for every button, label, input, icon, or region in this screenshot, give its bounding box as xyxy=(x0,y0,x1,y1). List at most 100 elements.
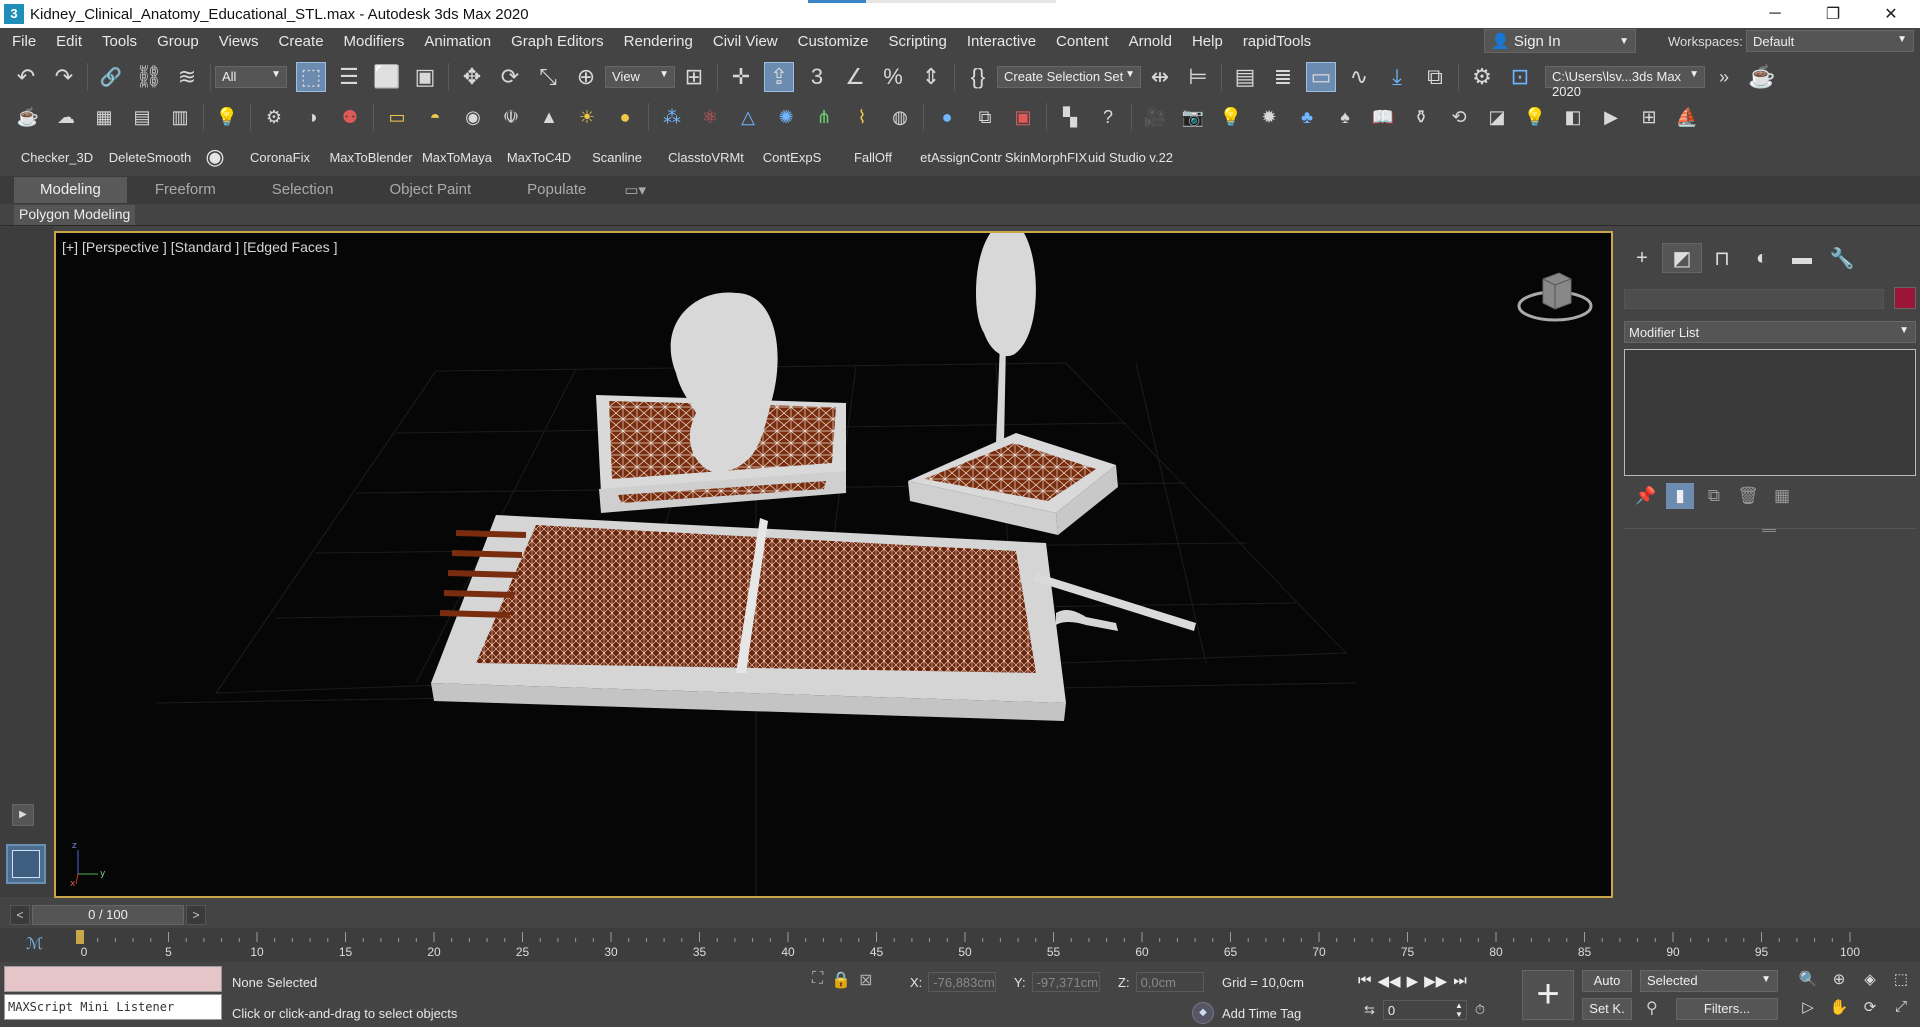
zoom-icon[interactable]: 🔍 xyxy=(1794,970,1822,996)
viewport-pov-label[interactable]: [Perspective ] xyxy=(82,239,167,255)
current-frame-field[interactable]: 0 ▲ ▼ xyxy=(1382,1000,1467,1020)
menu-rendering[interactable]: Rendering xyxy=(614,33,703,50)
window-crossing-icon[interactable]: ▣ xyxy=(411,63,439,91)
modifier-list-select[interactable]: Modifier List ▼ xyxy=(1624,321,1916,343)
edit-named-selection-icon[interactable]: {} xyxy=(964,63,992,91)
sphere-light-icon[interactable]: ◉ xyxy=(459,103,487,131)
time-next-button[interactable]: > xyxy=(186,905,206,925)
menu-rapidtools[interactable]: rapidTools xyxy=(1233,33,1321,50)
select-by-name-icon[interactable]: ☰ xyxy=(335,63,363,91)
configure-modifier-sets-icon[interactable]: ▦ xyxy=(1768,483,1796,509)
ies-light-icon[interactable]: ☫ xyxy=(497,103,525,131)
key-filters-icon[interactable]: ⚲ xyxy=(1646,998,1658,1018)
menu-scripting[interactable]: Scripting xyxy=(878,33,956,50)
displacement-icon[interactable]: ◍ xyxy=(886,103,914,131)
vehicle-icon[interactable]: ⛵ xyxy=(1673,103,1701,131)
rotate-icon[interactable]: ⟳ xyxy=(496,63,524,91)
gear-icon[interactable]: ⚙ xyxy=(260,103,288,131)
menu-help[interactable]: Help xyxy=(1182,33,1233,50)
reference-coordinate-select[interactable]: View ▼ xyxy=(605,66,675,88)
move-icon[interactable]: ✥ xyxy=(458,63,486,91)
curve-editor-icon[interactable]: ∿ xyxy=(1345,63,1373,91)
time-slider[interactable]: 0 / 100 xyxy=(32,905,184,925)
shelf-button-maxtomaya[interactable]: MaxToMaya xyxy=(414,150,500,165)
display-tab-icon[interactable]: ▬ xyxy=(1782,243,1822,273)
ribbon-tab-object-paint[interactable]: Object Paint xyxy=(361,177,499,203)
manipulate-icon[interactable]: ✛ xyxy=(727,63,755,91)
set-key-button[interactable]: Set K. xyxy=(1582,998,1632,1020)
close-button[interactable]: ✕ xyxy=(1862,0,1920,28)
list-icon[interactable]: ▤ xyxy=(128,103,156,131)
menu-interactive[interactable]: Interactive xyxy=(957,33,1046,50)
book-icon[interactable]: 📖 xyxy=(1369,103,1397,131)
go-to-end-icon[interactable]: ⏭ xyxy=(1453,972,1467,990)
ribbon-tab-modeling[interactable]: Modeling xyxy=(14,177,127,203)
track-bar[interactable]: ℳ 0 5 10 15 20 25 30 35 40 45 50 55 60 65 70 75 80 85 90 95… xyxy=(0,928,1920,962)
frame-buffer-icon[interactable]: ▣ xyxy=(1009,103,1037,131)
mirror-icon[interactable]: ⇹ xyxy=(1146,63,1174,91)
key-selection-set-select[interactable]: Selected ▼ xyxy=(1640,970,1778,992)
menu-content[interactable]: Content xyxy=(1046,33,1119,50)
render-production-icon[interactable]: ☕ xyxy=(1748,63,1776,91)
field-of-view-icon[interactable]: ▷ xyxy=(1794,998,1822,1024)
image-icon[interactable]: ▦ xyxy=(90,103,118,131)
expand-arrow-icon[interactable]: ▶ xyxy=(12,804,34,826)
smooth-icon[interactable]: ◉ xyxy=(198,144,232,170)
snaps-toggle-icon[interactable]: 3 xyxy=(803,63,831,91)
menu-customize[interactable]: Customize xyxy=(788,33,879,50)
skylight-icon[interactable]: ● xyxy=(611,103,639,131)
y-field[interactable]: -97,371cm xyxy=(1031,972,1100,992)
menu-animation[interactable]: Animation xyxy=(414,33,501,50)
redo-icon[interactable]: ↷ xyxy=(50,63,78,91)
render-setup-icon[interactable]: ⚙ xyxy=(1468,63,1496,91)
pyramid-icon[interactable]: △ xyxy=(734,103,762,131)
go-to-start-icon[interactable]: ⏮ xyxy=(1358,972,1372,990)
select-object-icon[interactable]: ⬚ xyxy=(296,62,326,92)
ribbon-tab-populate[interactable]: Populate xyxy=(499,177,614,203)
viewport-label[interactable]: [+] [Perspective ] [Standard ] [Edged Faces… xyxy=(62,239,341,255)
create-tab-icon[interactable]: + xyxy=(1622,243,1662,273)
material-convert-icon[interactable]: ⧉ xyxy=(971,103,999,131)
object-color-swatch[interactable] xyxy=(1894,287,1916,309)
add-time-tag[interactable]: ◆ Add Time Tag xyxy=(1192,1002,1301,1024)
shelf-button-classtovrmt[interactable]: ClasstoVRMt xyxy=(656,150,756,165)
object-name-field[interactable] xyxy=(1624,289,1884,309)
restore-button[interactable]: ❐ xyxy=(1804,0,1862,28)
physical-camera-icon[interactable]: 📷 xyxy=(1179,103,1207,131)
rendered-frame-window-icon[interactable]: ⊡ xyxy=(1506,63,1534,91)
viewport-menu-plus[interactable]: [+] xyxy=(62,239,78,255)
z-field[interactable]: 0,0cm xyxy=(1135,972,1204,992)
ribbon-tab-selection[interactable]: Selection xyxy=(244,177,362,203)
zoom-extents-icon[interactable]: ◈ xyxy=(1856,970,1884,996)
3dsmax-app-icon[interactable]: 3 xyxy=(4,4,24,24)
menu-edit[interactable]: Edit xyxy=(46,33,92,50)
vase-icon[interactable]: ⚱ xyxy=(1407,103,1435,131)
link-icon[interactable]: 🔗 xyxy=(97,63,125,91)
shelf-button-maxtoc4d[interactable]: MaxToC4D xyxy=(500,150,578,165)
minimize-button[interactable]: ─ xyxy=(1746,0,1804,28)
pin-stack-icon[interactable]: 📌 xyxy=(1632,483,1660,509)
hair-icon[interactable]: ⌇ xyxy=(848,103,876,131)
sphere-tool-icon[interactable]: ◑ xyxy=(298,103,326,131)
material-editor-icon[interactable]: ⧉ xyxy=(1421,63,1449,91)
camera-icon[interactable]: 🎥 xyxy=(1141,103,1169,131)
fur-icon[interactable]: ✺ xyxy=(772,103,800,131)
menu-tools[interactable]: Tools xyxy=(92,33,147,50)
object-properties-icon[interactable]: ▚ xyxy=(1056,103,1084,131)
place-icon[interactable]: ⊕ xyxy=(572,63,600,91)
forest-icon[interactable]: ♣ xyxy=(1293,103,1321,131)
safe-frame-icon[interactable]: ⊞ xyxy=(1635,103,1663,131)
render-view-icon[interactable]: ▶ xyxy=(1597,103,1625,131)
material-sphere-icon[interactable]: ● xyxy=(933,103,961,131)
ribbon-options-icon[interactable]: ▭▾ xyxy=(614,177,656,203)
menu-group[interactable]: Group xyxy=(147,33,209,50)
render-elements-icon[interactable]: ⚉ xyxy=(336,103,364,131)
unlink-icon[interactable]: ⛓ xyxy=(135,63,163,91)
polygon-modeling-panel-button[interactable]: Polygon Modeling xyxy=(14,205,136,225)
bind-spacewarp-icon[interactable]: ≋ xyxy=(173,63,201,91)
previous-frame-icon[interactable]: ◀◀ xyxy=(1378,972,1401,990)
key-filters-button[interactable]: Filters... xyxy=(1676,998,1778,1020)
time-prev-button[interactable]: < xyxy=(10,905,30,925)
viewport-shading-label[interactable]: [Standard ] xyxy=(171,239,240,255)
sign-in-dropdown[interactable]: 👤 Sign In ▼ xyxy=(1484,29,1636,53)
